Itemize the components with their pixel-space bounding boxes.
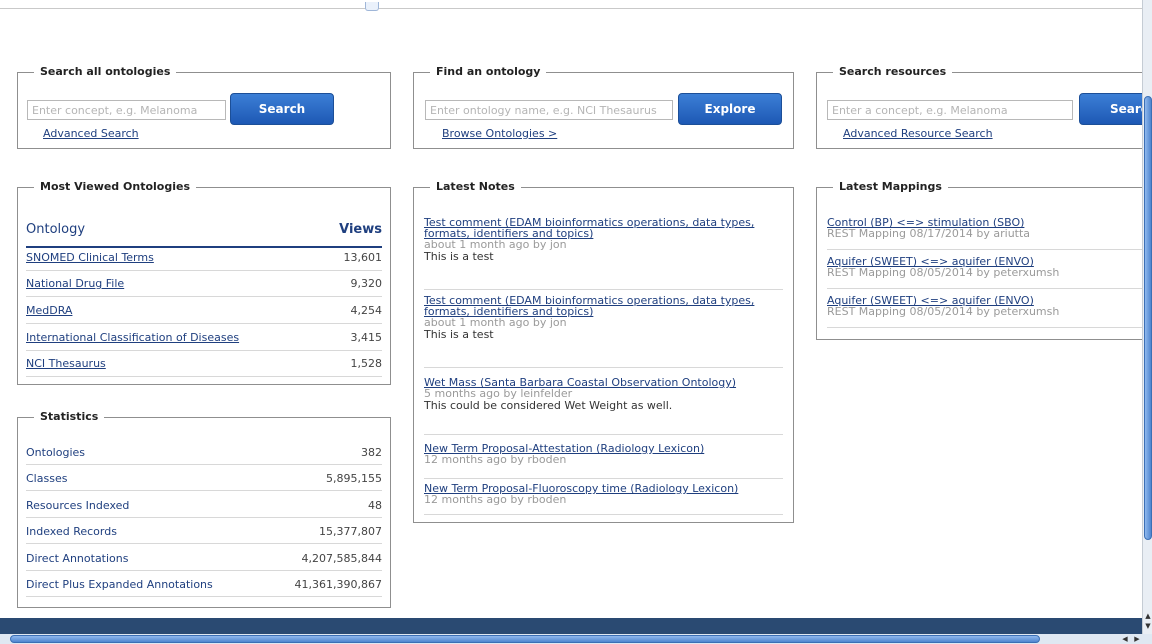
mapping-item: Aquifer (SWEET) <=> aquifer (ENVO) REST … (827, 256, 1152, 289)
stat-label: Direct Plus Expanded Annotations (26, 578, 213, 591)
ontology-link[interactable]: MedDRA (26, 304, 72, 317)
stat-row: Direct Plus Expanded Annotations 41,361,… (26, 571, 382, 597)
concept-search-input[interactable] (27, 100, 226, 120)
note-item: New Term Proposal-Attestation (Radiology… (424, 443, 783, 479)
note-title-link[interactable]: Test comment (EDAM bioinformatics operat… (424, 217, 783, 239)
table-row: NCI Thesaurus 1,528 (26, 351, 382, 377)
note-title-link[interactable]: Test comment (EDAM bioinformatics operat… (424, 295, 783, 317)
ontology-link[interactable]: National Drug File (26, 277, 124, 290)
stat-value: 15,377,807 (319, 525, 382, 538)
browse-ontologies-link[interactable]: Browse Ontologies > (442, 127, 557, 140)
views-count: 1,528 (350, 357, 383, 370)
search-button[interactable]: Search (230, 93, 334, 125)
note-meta: about 1 month ago by jon (424, 238, 567, 251)
note-meta: 12 months ago by rboden (424, 493, 567, 506)
advanced-resource-search-link[interactable]: Advanced Resource Search (843, 127, 993, 140)
stat-row: Resources Indexed 48 (26, 492, 382, 518)
stat-value: 4,207,585,844 (301, 552, 382, 565)
footer-bar (0, 618, 1142, 634)
stat-row: Ontologies 382 (26, 439, 382, 465)
stat-row: Indexed Records 15,377,807 (26, 518, 382, 544)
stat-row: Classes 5,895,155 (26, 465, 382, 491)
stat-value: 41,361,390,867 (294, 578, 382, 591)
stat-row: Direct Annotations 4,207,585,844 (26, 545, 382, 571)
search-all-legend: Search all ontologies (34, 65, 177, 79)
stat-label: Ontologies (26, 446, 85, 459)
statistics-legend: Statistics (34, 410, 105, 424)
ontology-column-header: Ontology (26, 222, 86, 237)
most-viewed-header: Ontology Views (26, 218, 382, 248)
vertical-scroll-thumb[interactable] (1144, 96, 1152, 540)
table-row: MedDRA 4,254 (26, 298, 382, 324)
note-meta: about 1 month ago by jon (424, 316, 567, 329)
horizontal-scroll-thumb[interactable] (10, 635, 1040, 643)
stat-label: Resources Indexed (26, 499, 130, 512)
stat-label: Direct Annotations (26, 552, 129, 565)
latest-notes-legend: Latest Notes (430, 180, 521, 194)
note-item: New Term Proposal-Fluoroscopy time (Radi… (424, 483, 783, 515)
search-all-panel: Search all ontologies Search Advanced Se… (17, 65, 391, 149)
mapping-item: Aquifer (SWEET) <=> aquifer (ENVO) REST … (827, 295, 1152, 328)
top-divider (0, 8, 1142, 9)
views-count: 9,320 (350, 277, 383, 290)
views-count: 4,254 (350, 304, 383, 317)
stat-value: 382 (361, 446, 382, 459)
search-resources-panel: Search resources Search Advanced Resourc… (816, 65, 1152, 149)
search-resources-legend: Search resources (833, 65, 953, 79)
views-column-header: Views (339, 222, 382, 237)
note-body: This could be considered Wet Weight as w… (424, 399, 673, 412)
note-body: This is a test (424, 250, 494, 263)
views-count: 13,601 (343, 251, 383, 264)
note-body: This is a test (424, 328, 494, 341)
latest-notes-panel: Latest Notes Test comment (EDAM bioinfor… (413, 180, 794, 523)
ontology-link[interactable]: NCI Thesaurus (26, 357, 106, 370)
scroll-up-icon[interactable]: ▲ (1143, 612, 1152, 620)
table-row: SNOMED Clinical Terms 13,601 (26, 245, 382, 271)
ontology-link[interactable]: SNOMED Clinical Terms (26, 251, 154, 264)
stat-label: Classes (26, 472, 68, 485)
note-item: Test comment (EDAM bioinformatics operat… (424, 217, 783, 290)
mapping-item: Control (BP) <=> stimulation (SBO) REST … (827, 217, 1152, 250)
latest-mappings-panel: Latest Mappings Control (BP) <=> stimula… (816, 180, 1152, 340)
mapping-meta: REST Mapping 08/05/2014 by peterxumsh (827, 305, 1060, 318)
ontology-link[interactable]: International Classification of Diseases (26, 331, 239, 344)
find-ontology-legend: Find an ontology (430, 65, 547, 79)
latest-mappings-legend: Latest Mappings (833, 180, 948, 194)
mapping-meta: REST Mapping 08/05/2014 by peterxumsh (827, 266, 1060, 279)
resource-concept-input[interactable] (827, 100, 1073, 120)
find-ontology-panel: Find an ontology Explore Browse Ontologi… (413, 65, 794, 149)
table-row: National Drug File 9,320 (26, 271, 382, 297)
scroll-right-icon[interactable]: ▶ (1132, 635, 1142, 643)
horizontal-scrollbar[interactable]: ◀ ▶ (0, 634, 1152, 644)
ontology-name-input[interactable] (425, 100, 673, 120)
explore-button[interactable]: Explore (678, 93, 782, 125)
note-meta: 12 months ago by rboden (424, 453, 567, 466)
scroll-left-icon[interactable]: ◀ (1120, 635, 1130, 643)
stat-value: 48 (368, 499, 382, 512)
note-meta: 5 months ago by leinfelder (424, 387, 573, 400)
mapping-meta: REST Mapping 08/17/2014 by ariutta (827, 227, 1031, 240)
vertical-scrollbar[interactable]: ▲ ▼ (1142, 0, 1152, 634)
views-count: 3,415 (350, 331, 383, 344)
most-viewed-panel: Most Viewed Ontologies Ontology Views SN… (17, 180, 391, 385)
table-row: International Classification of Diseases… (26, 325, 382, 351)
note-item: Test comment (EDAM bioinformatics operat… (424, 295, 783, 368)
stat-label: Indexed Records (26, 525, 117, 538)
note-item: Wet Mass (Santa Barbara Coastal Observat… (424, 377, 783, 435)
scroll-down-icon[interactable]: ▼ (1143, 622, 1152, 630)
statistics-panel: Statistics Ontologies 382 Classes 5,895,… (17, 410, 391, 608)
most-viewed-legend: Most Viewed Ontologies (34, 180, 196, 194)
stat-value: 5,895,155 (326, 472, 382, 485)
top-tab-handle[interactable] (365, 2, 379, 11)
advanced-search-link[interactable]: Advanced Search (43, 127, 139, 140)
